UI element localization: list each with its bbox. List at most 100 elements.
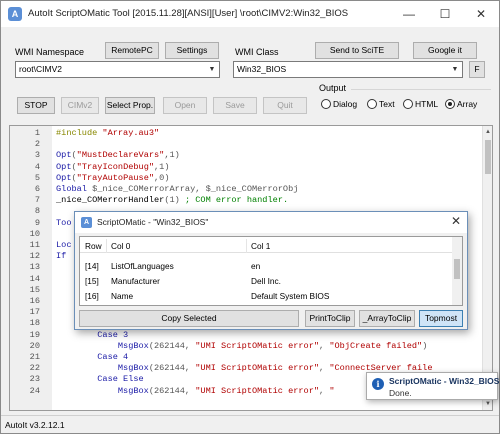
line-number: 8 — [34, 206, 40, 217]
code-line[interactable]: 3 Opt("MustDeclareVars",1) — [10, 150, 490, 161]
dialog-title-bar[interactable]: A ScriptOMatic - "Win32_BIOS" ✕ — [75, 212, 467, 233]
array-listview[interactable]: Row Col 0 Col 1 [14] ListOfLanguages en [15] Ma… — [79, 236, 463, 306]
column-separator[interactable] — [106, 239, 107, 253]
cimv2-button[interactable]: CIMv2 — [61, 97, 99, 114]
scroll-thumb[interactable] — [485, 140, 491, 174]
code-token: "UMI ScriptOMatic error" — [195, 363, 320, 374]
code-line[interactable]: 19 Case 3 — [10, 330, 490, 341]
info-icon: i — [372, 378, 384, 390]
listview-scrollbar[interactable] — [452, 237, 462, 305]
output-label: Output — [319, 83, 347, 93]
topmost-button[interactable]: Topmost — [419, 310, 463, 327]
code-line[interactable]: 2 — [10, 139, 490, 150]
code-token: "ObjCreate failed" — [329, 340, 423, 351]
code-line[interactable]: 21 Case 4 — [10, 352, 490, 363]
wmi-namespace-label: WMI Namespace — [15, 47, 85, 57]
open-button[interactable]: Open — [163, 97, 207, 114]
tray-notification[interactable]: i ScriptOMatic - Win32_BIOS Done. — [366, 372, 500, 400]
code-line[interactable]: 4 Opt("TrayIconDebug",1) — [10, 162, 490, 173]
code-token: ; COM error handler. — [184, 195, 289, 206]
line-number: 12 — [29, 251, 40, 262]
remotepc-button[interactable]: RemotePC — [105, 42, 159, 59]
table-row[interactable]: [15] Manufacturer Dell Inc. — [80, 274, 454, 288]
code-line[interactable]: 5 Opt("TrayAutoPause",0) — [10, 173, 490, 184]
minimize-icon[interactable]: — — [391, 1, 427, 27]
table-cell: [16] — [85, 291, 99, 301]
table-row[interactable]: [14] ListOfLanguages en — [80, 259, 454, 273]
radio-dialog-dot[interactable] — [321, 99, 331, 109]
column-header[interactable]: Row — [82, 239, 108, 253]
line-number: 24 — [29, 385, 40, 396]
maximize-icon[interactable]: ☐ — [427, 1, 463, 27]
line-number: 14 — [29, 273, 40, 284]
settings-button[interactable]: Settings — [165, 42, 219, 59]
namespace-combo[interactable]: root\CIMV2 ▼ — [15, 61, 220, 78]
radio-text-dot[interactable] — [367, 99, 377, 109]
google-it-button[interactable]: Google it — [413, 42, 477, 59]
code-token: (262144, — [148, 340, 196, 351]
notification-title: ScriptOMatic - Win32_BIOS — [389, 376, 500, 386]
radio-dialog[interactable]: Dialog — [321, 99, 357, 111]
close-icon[interactable]: ✕ — [463, 1, 499, 27]
code-line[interactable]: 20 MsgBox(262144, "UMI ScriptOMatic erro… — [10, 341, 490, 352]
title-bar[interactable]: A AutoIt ScriptOMatic Tool [2015.11.28][… — [1, 1, 499, 27]
code-token: Case 4 — [56, 352, 129, 362]
line-number: 19 — [29, 329, 40, 340]
send-to-scite-button[interactable]: Send to SciTE — [315, 42, 399, 59]
code-token: "TrayIconDebug" — [76, 161, 155, 172]
autoit-icon: A — [8, 7, 22, 21]
print-to-clip-button[interactable]: PrintToClip — [305, 310, 355, 327]
save-button[interactable]: Save — [213, 97, 257, 114]
editor-scrollbar[interactable]: ▲ ▼ — [482, 126, 492, 410]
quit-button[interactable]: Quit — [263, 97, 307, 114]
f-button[interactable]: F — [469, 61, 485, 78]
code-line[interactable]: 7 _nice_COMerrorHandler(1) ; COM error ha… — [10, 195, 490, 206]
status-bar: AutoIt v3.2.12.1 — [1, 415, 499, 433]
column-header[interactable]: Col 0 — [108, 239, 248, 253]
line-number: 17 — [29, 307, 40, 318]
class-combo[interactable]: Win32_BIOS ▼ — [233, 61, 463, 78]
array-to-clip-button[interactable]: _ArrayToClip — [359, 310, 415, 327]
code-token: Opt — [56, 150, 72, 161]
code-token: _nice_COMerrorHandler — [56, 195, 165, 206]
column-header[interactable]: Col 1 — [248, 239, 448, 253]
close-icon[interactable]: ✕ — [451, 214, 461, 228]
code-token: Loc — [56, 240, 72, 250]
stop-button[interactable]: STOP — [17, 97, 55, 114]
chevron-down-icon[interactable]: ▼ — [205, 62, 219, 77]
code-token: #include — [56, 128, 103, 138]
line-number: 22 — [29, 363, 40, 374]
column-separator[interactable] — [246, 239, 247, 253]
code-token: " — [329, 385, 335, 396]
code-token: , — [319, 385, 330, 396]
status-text: AutoIt v3.2.12.1 — [5, 420, 65, 430]
output-group — [351, 89, 491, 90]
code-token: ,0) — [154, 172, 170, 183]
chevron-down-icon[interactable]: ▼ — [448, 62, 462, 77]
radio-text[interactable]: Text — [367, 99, 395, 111]
radio-text-label: Text — [379, 99, 395, 109]
radio-array-dot[interactable] — [445, 99, 455, 109]
code-token: Case Else — [56, 374, 144, 385]
select-prop-button[interactable]: Select Prop. — [105, 97, 155, 114]
line-number: 13 — [29, 262, 40, 273]
scroll-up-icon[interactable]: ▲ — [483, 126, 492, 138]
code-token: Opt — [56, 161, 72, 172]
line-number: 1 — [34, 128, 40, 138]
wmi-class-label: WMI Class — [235, 47, 279, 57]
radio-array[interactable]: Array — [445, 99, 477, 111]
code-token: (1) — [164, 195, 185, 206]
line-number: 21 — [29, 352, 40, 362]
listview-scroll-thumb[interactable] — [454, 259, 460, 279]
code-token: "UMI ScriptOMatic error" — [195, 385, 320, 396]
table-cell: Manufacturer — [111, 276, 160, 286]
radio-html[interactable]: HTML — [403, 99, 438, 111]
code-line[interactable]: 6 Global $_nice_COMerrorArray, $_nice_COM… — [10, 184, 490, 195]
copy-selected-button[interactable]: Copy Selected — [79, 310, 299, 327]
code-line[interactable]: 1 #include "Array.au3" — [10, 128, 490, 139]
code-token: (262144, — [148, 385, 196, 396]
table-row[interactable]: [16] Name Default System BIOS — [80, 289, 454, 303]
line-number: 16 — [29, 296, 40, 306]
line-number: 23 — [29, 374, 40, 385]
radio-html-dot[interactable] — [403, 99, 413, 109]
